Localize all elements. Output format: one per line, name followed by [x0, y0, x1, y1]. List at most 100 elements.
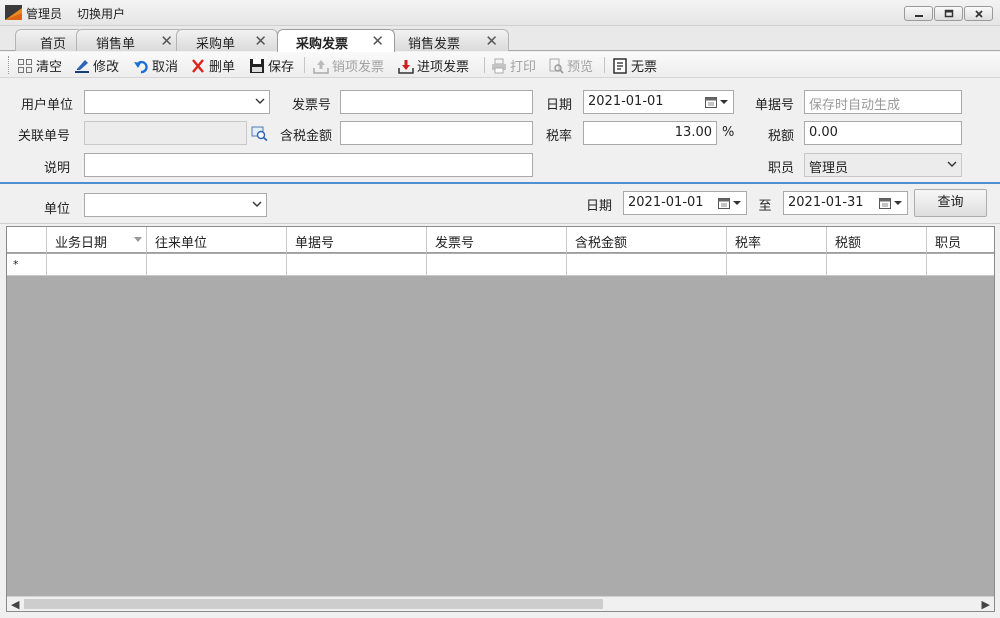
- tab-purchase-order[interactable]: 采购单 ✕: [176, 29, 278, 52]
- date-value: 2021-01-01: [588, 94, 664, 109]
- maximize-button[interactable]: [934, 6, 963, 21]
- table-cell[interactable]: [147, 254, 287, 276]
- no-invoice-label: 无票: [631, 60, 658, 75]
- column-header[interactable]: 单据号: [287, 227, 427, 253]
- invoice-grid[interactable]: 业务日期 往来单位 单据号 发票号 含税金额 税率 税额 职员 * ◀ ▶: [6, 226, 995, 612]
- filter-bar: 单位 日期 2021-01-01 至 2021-01-31 查询: [0, 185, 1000, 224]
- tab-close-icon[interactable]: ✕: [371, 32, 384, 50]
- amount-input[interactable]: [340, 121, 533, 145]
- undo-icon: [134, 60, 148, 73]
- no-invoice-button[interactable]: 无票: [612, 55, 657, 76]
- table-cell[interactable]: [567, 254, 727, 276]
- sales-invoice-button[interactable]: 销项发票: [313, 55, 384, 76]
- calendar-icon: [718, 198, 730, 209]
- app-logo-icon: [5, 5, 22, 20]
- tab-label: 采购发票: [296, 37, 349, 52]
- current-user: 管理员: [26, 7, 63, 21]
- table-cell[interactable]: [727, 254, 827, 276]
- toolbar-separator: [304, 57, 305, 73]
- tab-sales-order[interactable]: 销售单 ✕: [76, 29, 184, 52]
- table-cell[interactable]: [927, 254, 994, 276]
- tab-close-icon[interactable]: ✕: [485, 32, 498, 50]
- table-cell[interactable]: [827, 254, 927, 276]
- table-cell[interactable]: [47, 254, 147, 276]
- tax-input[interactable]: 0.00: [804, 121, 962, 145]
- new-row-marker: *: [7, 254, 47, 276]
- tax-label: 税额: [767, 129, 794, 144]
- unit-filter-select[interactable]: [84, 193, 267, 217]
- scroll-right-icon[interactable]: ▶: [982, 597, 990, 611]
- tab-home[interactable]: 首页: [15, 29, 83, 52]
- date-label: 日期: [545, 98, 572, 113]
- date-dropdown-arrow[interactable]: [733, 201, 741, 205]
- column-header[interactable]: 税率: [727, 227, 827, 253]
- column-header-label: 税额: [835, 236, 862, 251]
- horizontal-scrollbar[interactable]: ◀ ▶: [7, 596, 994, 611]
- scroll-left-icon[interactable]: ◀: [11, 597, 19, 611]
- customer-select[interactable]: [84, 90, 270, 114]
- column-header-label: 税率: [735, 236, 762, 251]
- tab-label: 销售单: [96, 37, 136, 52]
- preview-button[interactable]: 预览: [548, 55, 593, 76]
- column-header-label: 含税金额: [575, 236, 628, 251]
- column-header[interactable]: 职员: [927, 227, 994, 253]
- column-header[interactable]: 业务日期: [47, 227, 147, 253]
- tab-close-icon[interactable]: ✕: [254, 32, 267, 50]
- clear-label: 清空: [36, 60, 63, 75]
- tax-rate-unit: %: [722, 125, 735, 140]
- save-button[interactable]: 保存: [249, 55, 294, 76]
- lookup-icon[interactable]: [251, 126, 268, 141]
- date-dropdown-arrow[interactable]: [720, 100, 728, 104]
- staff-value: 管理员: [809, 161, 849, 176]
- tab-close-icon[interactable]: ✕: [160, 32, 173, 50]
- note-input[interactable]: [84, 153, 533, 177]
- doc-no-label: 单据号: [754, 98, 794, 113]
- table-cell[interactable]: [427, 254, 567, 276]
- delete-button[interactable]: 删单: [190, 55, 235, 76]
- date-from-picker[interactable]: 2021-01-01: [623, 191, 747, 215]
- edit-icon: [75, 59, 89, 73]
- tab-purchase-invoice[interactable]: 采购发票 ✕: [277, 29, 395, 52]
- query-button[interactable]: 查询: [914, 189, 987, 217]
- column-header[interactable]: 含税金额: [567, 227, 727, 253]
- invoice-no-input[interactable]: [340, 90, 533, 114]
- calendar-icon: [879, 198, 891, 209]
- column-header[interactable]: 税额: [827, 227, 927, 253]
- delete-icon: [192, 58, 204, 73]
- toolbar-separator: [604, 57, 605, 73]
- save-label: 保存: [268, 60, 295, 75]
- column-header[interactable]: 往来单位: [147, 227, 287, 253]
- column-header[interactable]: 发票号: [427, 227, 567, 253]
- toolbar: 清空 修改 取消 删单 保存 销项发票 进项发票 打印 预览 无票: [0, 52, 1000, 78]
- tab-label: 销售发票: [408, 37, 461, 52]
- table-cell[interactable]: [287, 254, 427, 276]
- doc-no-placeholder: 保存时自动生成: [809, 98, 901, 113]
- print-button[interactable]: 打印: [491, 55, 536, 76]
- date-to-picker[interactable]: 2021-01-31: [783, 191, 908, 215]
- purchase-invoice-button[interactable]: 进项发票: [398, 55, 469, 76]
- clear-button[interactable]: 清空: [17, 55, 62, 76]
- doc-no-input[interactable]: 保存时自动生成: [804, 90, 962, 114]
- new-row[interactable]: *: [7, 254, 994, 276]
- tab-sales-invoice[interactable]: 销售发票 ✕: [389, 29, 509, 52]
- switch-user-link[interactable]: 切换用户: [77, 5, 125, 22]
- delete-label: 删单: [209, 60, 236, 75]
- save-icon: [250, 58, 264, 73]
- date-picker[interactable]: 2021-01-01: [583, 90, 734, 114]
- cancel-button[interactable]: 取消: [133, 55, 178, 76]
- date-dropdown-arrow[interactable]: [894, 201, 902, 205]
- tax-rate-input[interactable]: 13.00: [583, 121, 717, 145]
- minimize-button[interactable]: [904, 6, 933, 21]
- column-header-label: 职员: [935, 236, 962, 251]
- scrollbar-thumb[interactable]: [24, 599, 603, 609]
- column-header-label: 业务日期: [55, 236, 108, 251]
- tab-strip: 首页 销售单 ✕ 采购单 ✕ 销售发票 ✕ 采购发票 ✕: [0, 26, 1000, 52]
- staff-select[interactable]: 管理员: [804, 153, 962, 177]
- tax-value: 0.00: [809, 125, 838, 140]
- related-no-input[interactable]: [84, 121, 247, 145]
- chevron-down-icon: [252, 201, 262, 207]
- cancel-label: 取消: [152, 60, 179, 75]
- close-window-button[interactable]: [964, 6, 993, 21]
- edit-button[interactable]: 修改: [74, 55, 119, 76]
- sales-invoice-label: 销项发票: [332, 60, 385, 75]
